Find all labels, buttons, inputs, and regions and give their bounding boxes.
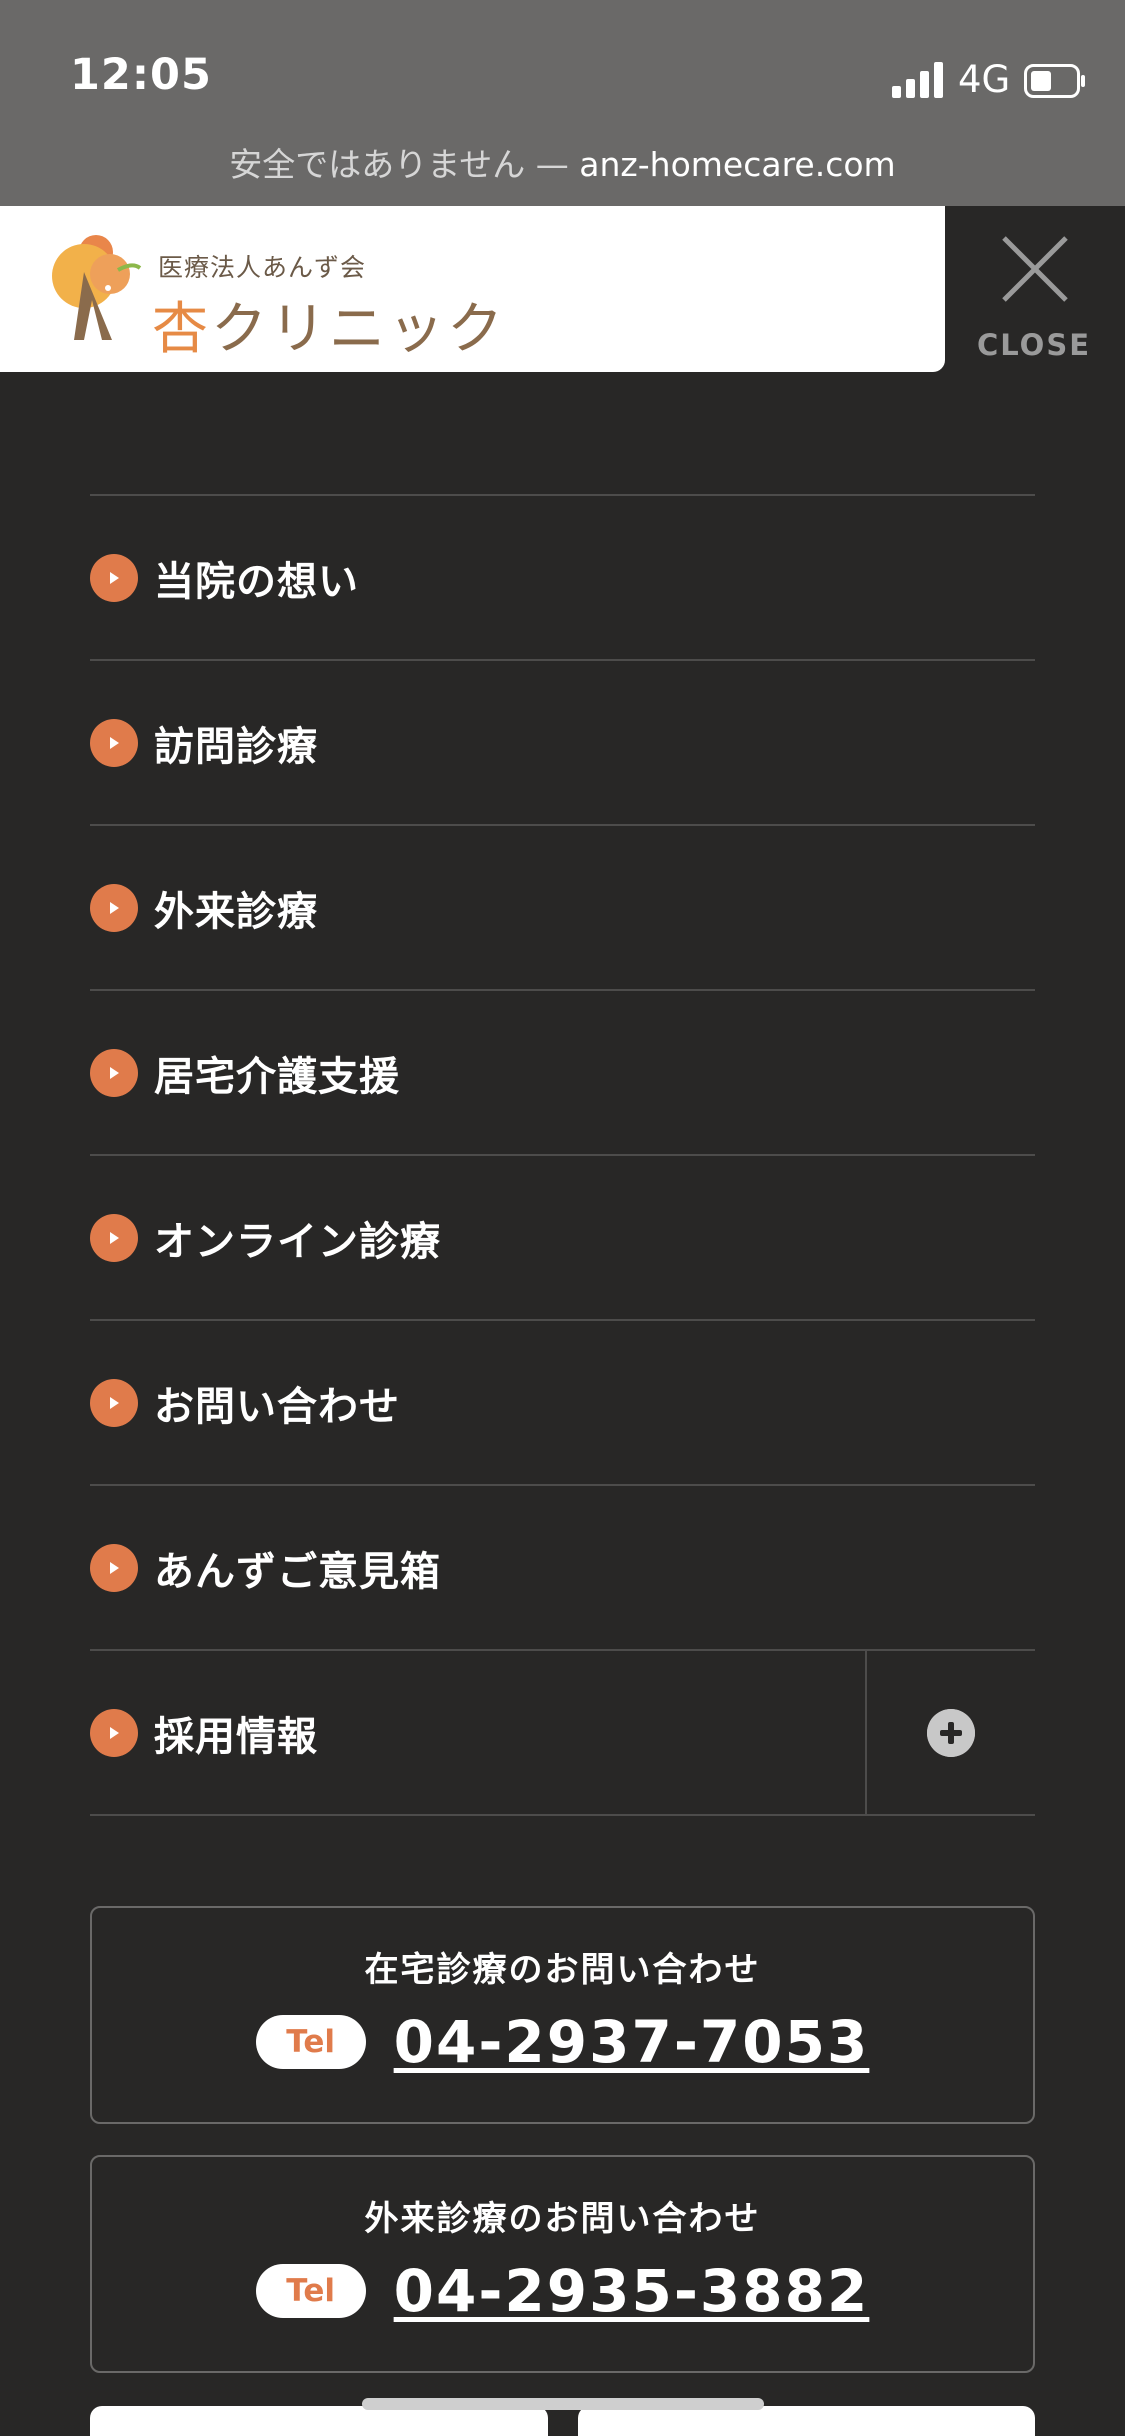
menu-item-care-support[interactable]: 居宅介護支援 xyxy=(90,991,1035,1156)
menu-item-label: あんずご意見箱 xyxy=(154,1548,441,1595)
status-bar: 12:05 4G 安全ではありません — anz-homecare.com xyxy=(0,0,1125,206)
menu-item-online[interactable]: オンライン診療 xyxy=(90,1156,1035,1321)
arrow-right-icon xyxy=(90,718,138,767)
menu-item-label: 外来診療 xyxy=(154,888,318,935)
menu-item-recruit[interactable]: 採用情報 xyxy=(90,1651,1035,1816)
battery-icon xyxy=(1024,64,1085,98)
plus-icon xyxy=(927,1708,975,1757)
address-bar[interactable]: 安全ではありません — anz-homecare.com xyxy=(0,138,1125,186)
menu-item-outpatient[interactable]: 外来診療 xyxy=(90,826,1035,991)
arrow-right-icon xyxy=(90,553,138,602)
close-label: CLOSE xyxy=(976,328,1092,362)
bottom-button-left[interactable] xyxy=(90,2406,548,2436)
site-logo[interactable]: 医療法人あんず会 杏クリニック xyxy=(0,206,945,372)
arrow-right-icon xyxy=(90,1543,138,1592)
tel-badge: Tel xyxy=(255,2015,366,2069)
menu-item-philosophy[interactable]: 当院の想い xyxy=(90,496,1035,661)
phone-link[interactable]: 04-2935-3882 xyxy=(394,2257,870,2325)
contact-card-home-care: 在宅診療のお問い合わせ Tel 04-2937-7053 xyxy=(90,1906,1035,2124)
signal-icon xyxy=(892,62,943,98)
arrow-right-icon xyxy=(90,883,138,932)
menu-item-label: お問い合わせ xyxy=(154,1383,400,1430)
arrow-right-icon xyxy=(90,1048,138,1097)
logo-subtitle: 医療法人あんず会 xyxy=(158,253,367,282)
close-menu-button[interactable]: CLOSE xyxy=(972,226,1096,372)
close-icon xyxy=(1002,236,1068,302)
menu-item-contact[interactable]: お問い合わせ xyxy=(90,1321,1035,1486)
arrow-right-icon xyxy=(90,1708,138,1757)
nav-menu: 当院の想い 訪問診療 外来診療 居宅介護支援 オンライン診療 お問い合わせ あん… xyxy=(90,494,1035,1816)
tel-row: Tel 04-2937-7053 xyxy=(92,2008,1033,2076)
menu-item-label: 訪問診療 xyxy=(154,723,318,770)
menu-item-label: オンライン診療 xyxy=(154,1218,441,1265)
scroll-indicator xyxy=(362,2398,764,2410)
logo-title-accent: 杏 xyxy=(152,297,211,362)
apricot-logo-icon xyxy=(52,235,142,340)
network-type: 4G xyxy=(958,58,1011,101)
logo-title-rest: クリニック xyxy=(211,297,506,362)
contact-title: 在宅診療のお問い合わせ xyxy=(364,1950,761,1990)
menu-item-feedback[interactable]: あんずご意見箱 xyxy=(90,1486,1035,1651)
phone-link[interactable]: 04-2937-7053 xyxy=(394,2008,870,2076)
bottom-button-right[interactable] xyxy=(578,2406,1035,2436)
logo-title: 杏クリニック xyxy=(152,284,506,365)
menu-item-label: 当院の想い xyxy=(154,558,359,605)
tel-badge: Tel xyxy=(255,2264,366,2318)
menu-item-label: 居宅介護支援 xyxy=(154,1053,400,1100)
status-time: 12:05 xyxy=(70,50,212,100)
menu-item-label: 採用情報 xyxy=(154,1713,318,1760)
arrow-right-icon xyxy=(90,1378,138,1427)
url-security-warning: 安全ではありません — xyxy=(229,145,580,184)
contact-card-outpatient: 外来診療のお問い合わせ Tel 04-2935-3882 xyxy=(90,2155,1035,2373)
menu-item-home-visit[interactable]: 訪問診療 xyxy=(90,661,1035,826)
expand-submenu-button[interactable] xyxy=(865,1651,1035,1814)
contact-title: 外来診療のお問い合わせ xyxy=(364,2199,761,2239)
url-host: anz-homecare.com xyxy=(579,145,896,184)
arrow-right-icon xyxy=(90,1213,138,1262)
tel-row: Tel 04-2935-3882 xyxy=(92,2257,1033,2325)
page: 12:05 4G 安全ではありません — anz-homecare.com 医療… xyxy=(0,0,1125,2436)
